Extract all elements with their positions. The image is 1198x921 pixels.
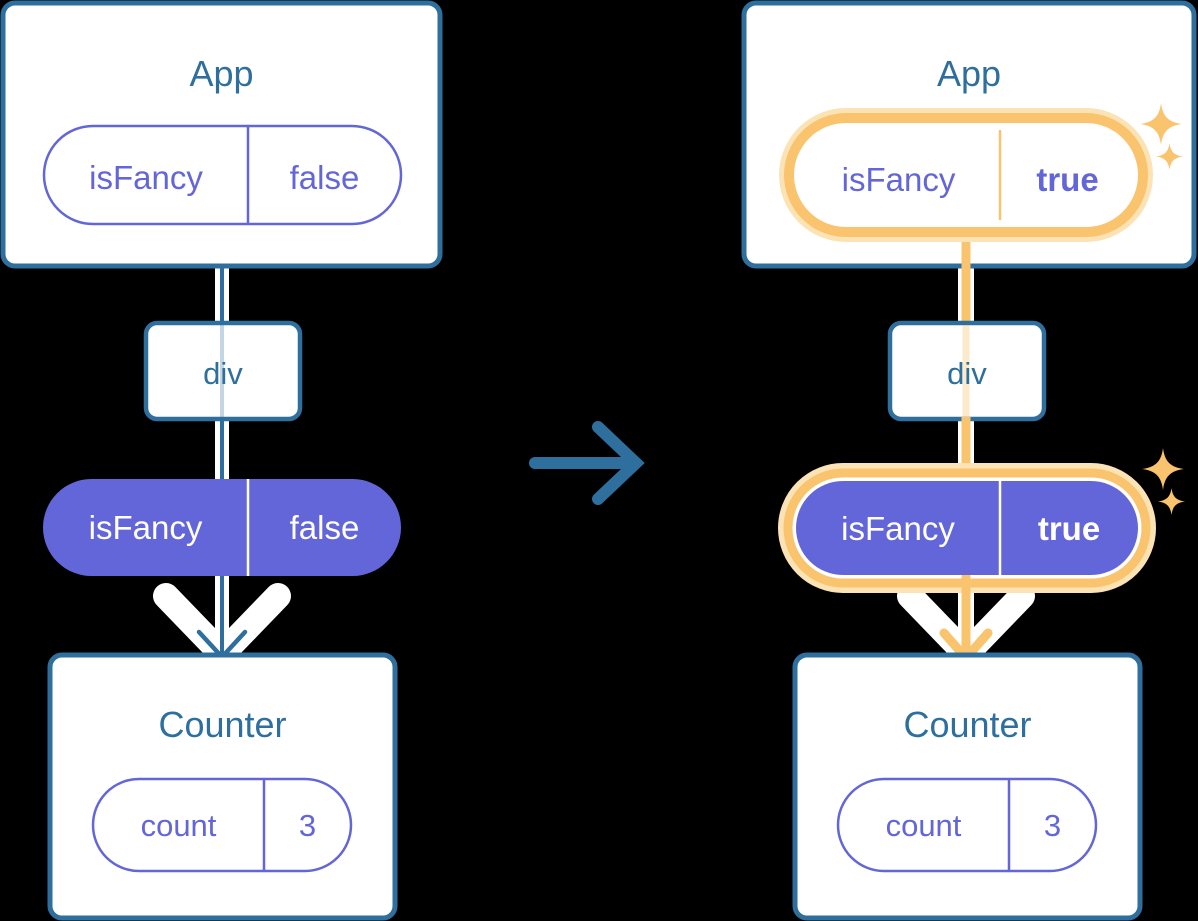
counter-state-pill-name: count xyxy=(140,808,217,843)
counter-title-after: Counter xyxy=(903,704,1032,745)
diagram-graphics xyxy=(0,0,1197,921)
panel-after xyxy=(741,0,1197,921)
app-state-pill-name: isFancy xyxy=(89,159,203,196)
div-title-after: div xyxy=(947,356,987,391)
prop-pill-value-after: true xyxy=(1037,510,1101,547)
prop-pill-name-after: isFancy xyxy=(841,510,955,547)
sparkle-icon xyxy=(1158,488,1185,515)
counter-state-pill-value-after: 3 xyxy=(1043,808,1062,843)
counter-title: Counter xyxy=(158,704,287,745)
app-state-pill-value-after: true xyxy=(1036,161,1099,198)
diagram-canvas: App isFancy false div isFancy false Coun… xyxy=(0,0,1198,921)
prop-pill-value: false xyxy=(289,509,360,546)
counter-state-pill-name-after: count xyxy=(885,808,962,843)
app-title: App xyxy=(189,53,254,94)
transition-arrow-icon xyxy=(529,421,645,505)
app-title-after: App xyxy=(936,53,1002,94)
panel-before xyxy=(0,0,443,921)
app-state-pill-value: false xyxy=(289,159,360,196)
app-state-pill-name-after: isFancy xyxy=(841,161,956,198)
div-title: div xyxy=(203,356,243,391)
sparkle-icon xyxy=(1142,448,1184,490)
prop-pill-name: isFancy xyxy=(88,509,203,546)
counter-state-pill-value: 3 xyxy=(298,808,317,843)
